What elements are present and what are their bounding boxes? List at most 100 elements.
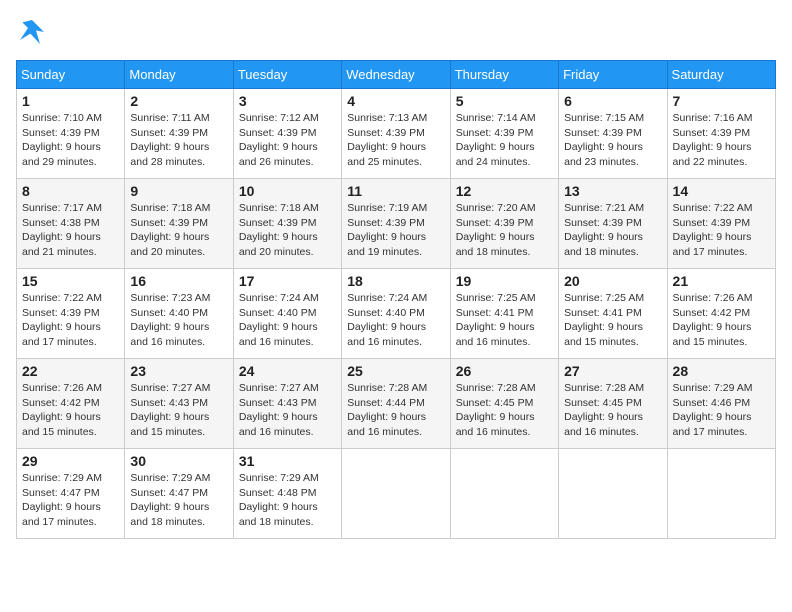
daylight-minutes: and 25 minutes. xyxy=(347,156,422,168)
sunset-label: Sunset: 4:40 PM xyxy=(347,307,425,319)
day-number: 5 xyxy=(456,93,553,109)
empty-cell xyxy=(342,449,450,539)
day-info: Sunrise: 7:22 AM Sunset: 4:39 PM Dayligh… xyxy=(22,291,119,350)
day-number: 14 xyxy=(673,183,770,199)
sunset-label: Sunset: 4:39 PM xyxy=(564,127,642,139)
calendar-week-row: 29 Sunrise: 7:29 AM Sunset: 4:47 PM Dayl… xyxy=(17,449,776,539)
sunset-label: Sunset: 4:47 PM xyxy=(130,487,208,499)
daylight-label: Daylight: 9 hours xyxy=(456,321,535,333)
day-number: 27 xyxy=(564,363,661,379)
calendar-day-cell: 22 Sunrise: 7:26 AM Sunset: 4:42 PM Dayl… xyxy=(17,359,125,449)
day-info: Sunrise: 7:11 AM Sunset: 4:39 PM Dayligh… xyxy=(130,111,227,170)
sunset-label: Sunset: 4:39 PM xyxy=(239,217,317,229)
sunset-label: Sunset: 4:39 PM xyxy=(22,127,100,139)
sunset-label: Sunset: 4:39 PM xyxy=(347,127,425,139)
daylight-minutes: and 18 minutes. xyxy=(456,246,531,258)
day-info: Sunrise: 7:25 AM Sunset: 4:41 PM Dayligh… xyxy=(456,291,553,350)
calendar-day-cell: 18 Sunrise: 7:24 AM Sunset: 4:40 PM Dayl… xyxy=(342,269,450,359)
empty-cell xyxy=(450,449,558,539)
daylight-minutes: and 16 minutes. xyxy=(456,336,531,348)
header-monday: Monday xyxy=(125,61,233,89)
sunset-label: Sunset: 4:39 PM xyxy=(673,217,751,229)
daylight-minutes: and 18 minutes. xyxy=(564,246,639,258)
sunrise-label: Sunrise: 7:22 AM xyxy=(673,202,753,214)
daylight-label: Daylight: 9 hours xyxy=(347,321,426,333)
daylight-minutes: and 28 minutes. xyxy=(130,156,205,168)
daylight-minutes: and 15 minutes. xyxy=(22,426,97,438)
calendar-header-row: SundayMondayTuesdayWednesdayThursdayFrid… xyxy=(17,61,776,89)
day-number: 29 xyxy=(22,453,119,469)
day-info: Sunrise: 7:28 AM Sunset: 4:45 PM Dayligh… xyxy=(564,381,661,440)
calendar-day-cell: 1 Sunrise: 7:10 AM Sunset: 4:39 PM Dayli… xyxy=(17,89,125,179)
day-info: Sunrise: 7:28 AM Sunset: 4:45 PM Dayligh… xyxy=(456,381,553,440)
day-number: 7 xyxy=(673,93,770,109)
sunrise-label: Sunrise: 7:25 AM xyxy=(456,292,536,304)
daylight-minutes: and 16 minutes. xyxy=(239,336,314,348)
sunset-label: Sunset: 4:39 PM xyxy=(564,217,642,229)
daylight-label: Daylight: 9 hours xyxy=(456,141,535,153)
sunset-label: Sunset: 4:40 PM xyxy=(239,307,317,319)
day-number: 16 xyxy=(130,273,227,289)
day-info: Sunrise: 7:13 AM Sunset: 4:39 PM Dayligh… xyxy=(347,111,444,170)
sunrise-label: Sunrise: 7:25 AM xyxy=(564,292,644,304)
sunrise-label: Sunrise: 7:18 AM xyxy=(239,202,319,214)
calendar-day-cell: 30 Sunrise: 7:29 AM Sunset: 4:47 PM Dayl… xyxy=(125,449,233,539)
daylight-label: Daylight: 9 hours xyxy=(130,321,209,333)
calendar-day-cell: 23 Sunrise: 7:27 AM Sunset: 4:43 PM Dayl… xyxy=(125,359,233,449)
day-info: Sunrise: 7:29 AM Sunset: 4:47 PM Dayligh… xyxy=(22,471,119,530)
day-info: Sunrise: 7:20 AM Sunset: 4:39 PM Dayligh… xyxy=(456,201,553,260)
day-number: 22 xyxy=(22,363,119,379)
calendar-week-row: 1 Sunrise: 7:10 AM Sunset: 4:39 PM Dayli… xyxy=(17,89,776,179)
daylight-label: Daylight: 9 hours xyxy=(347,141,426,153)
calendar-day-cell: 16 Sunrise: 7:23 AM Sunset: 4:40 PM Dayl… xyxy=(125,269,233,359)
daylight-minutes: and 16 minutes. xyxy=(347,336,422,348)
day-number: 10 xyxy=(239,183,336,199)
day-info: Sunrise: 7:25 AM Sunset: 4:41 PM Dayligh… xyxy=(564,291,661,350)
sunrise-label: Sunrise: 7:28 AM xyxy=(456,382,536,394)
calendar-day-cell: 17 Sunrise: 7:24 AM Sunset: 4:40 PM Dayl… xyxy=(233,269,341,359)
daylight-minutes: and 20 minutes. xyxy=(130,246,205,258)
day-number: 13 xyxy=(564,183,661,199)
header-thursday: Thursday xyxy=(450,61,558,89)
sunset-label: Sunset: 4:43 PM xyxy=(130,397,208,409)
day-info: Sunrise: 7:14 AM Sunset: 4:39 PM Dayligh… xyxy=(456,111,553,170)
sunrise-label: Sunrise: 7:22 AM xyxy=(22,292,102,304)
sunrise-label: Sunrise: 7:14 AM xyxy=(456,112,536,124)
sunrise-label: Sunrise: 7:10 AM xyxy=(22,112,102,124)
sunrise-label: Sunrise: 7:29 AM xyxy=(239,472,319,484)
header-saturday: Saturday xyxy=(667,61,775,89)
daylight-minutes: and 15 minutes. xyxy=(673,336,748,348)
calendar-day-cell: 29 Sunrise: 7:29 AM Sunset: 4:47 PM Dayl… xyxy=(17,449,125,539)
daylight-minutes: and 19 minutes. xyxy=(347,246,422,258)
day-number: 2 xyxy=(130,93,227,109)
sunset-label: Sunset: 4:39 PM xyxy=(347,217,425,229)
daylight-label: Daylight: 9 hours xyxy=(673,141,752,153)
daylight-label: Daylight: 9 hours xyxy=(239,321,318,333)
logo-icon xyxy=(16,16,48,48)
calendar-day-cell: 5 Sunrise: 7:14 AM Sunset: 4:39 PM Dayli… xyxy=(450,89,558,179)
sunrise-label: Sunrise: 7:27 AM xyxy=(130,382,210,394)
day-info: Sunrise: 7:26 AM Sunset: 4:42 PM Dayligh… xyxy=(22,381,119,440)
day-number: 30 xyxy=(130,453,227,469)
daylight-label: Daylight: 9 hours xyxy=(22,321,101,333)
calendar-day-cell: 21 Sunrise: 7:26 AM Sunset: 4:42 PM Dayl… xyxy=(667,269,775,359)
day-info: Sunrise: 7:12 AM Sunset: 4:39 PM Dayligh… xyxy=(239,111,336,170)
calendar-day-cell: 2 Sunrise: 7:11 AM Sunset: 4:39 PM Dayli… xyxy=(125,89,233,179)
sunset-label: Sunset: 4:39 PM xyxy=(239,127,317,139)
daylight-minutes: and 23 minutes. xyxy=(564,156,639,168)
daylight-label: Daylight: 9 hours xyxy=(347,411,426,423)
calendar-day-cell: 4 Sunrise: 7:13 AM Sunset: 4:39 PM Dayli… xyxy=(342,89,450,179)
day-info: Sunrise: 7:24 AM Sunset: 4:40 PM Dayligh… xyxy=(239,291,336,350)
calendar-day-cell: 28 Sunrise: 7:29 AM Sunset: 4:46 PM Dayl… xyxy=(667,359,775,449)
calendar-day-cell: 9 Sunrise: 7:18 AM Sunset: 4:39 PM Dayli… xyxy=(125,179,233,269)
daylight-minutes: and 16 minutes. xyxy=(564,426,639,438)
day-info: Sunrise: 7:29 AM Sunset: 4:46 PM Dayligh… xyxy=(673,381,770,440)
day-number: 18 xyxy=(347,273,444,289)
daylight-label: Daylight: 9 hours xyxy=(130,141,209,153)
calendar-day-cell: 19 Sunrise: 7:25 AM Sunset: 4:41 PM Dayl… xyxy=(450,269,558,359)
day-info: Sunrise: 7:29 AM Sunset: 4:47 PM Dayligh… xyxy=(130,471,227,530)
sunset-label: Sunset: 4:39 PM xyxy=(22,307,100,319)
header-wednesday: Wednesday xyxy=(342,61,450,89)
day-info: Sunrise: 7:16 AM Sunset: 4:39 PM Dayligh… xyxy=(673,111,770,170)
logo xyxy=(16,16,52,48)
